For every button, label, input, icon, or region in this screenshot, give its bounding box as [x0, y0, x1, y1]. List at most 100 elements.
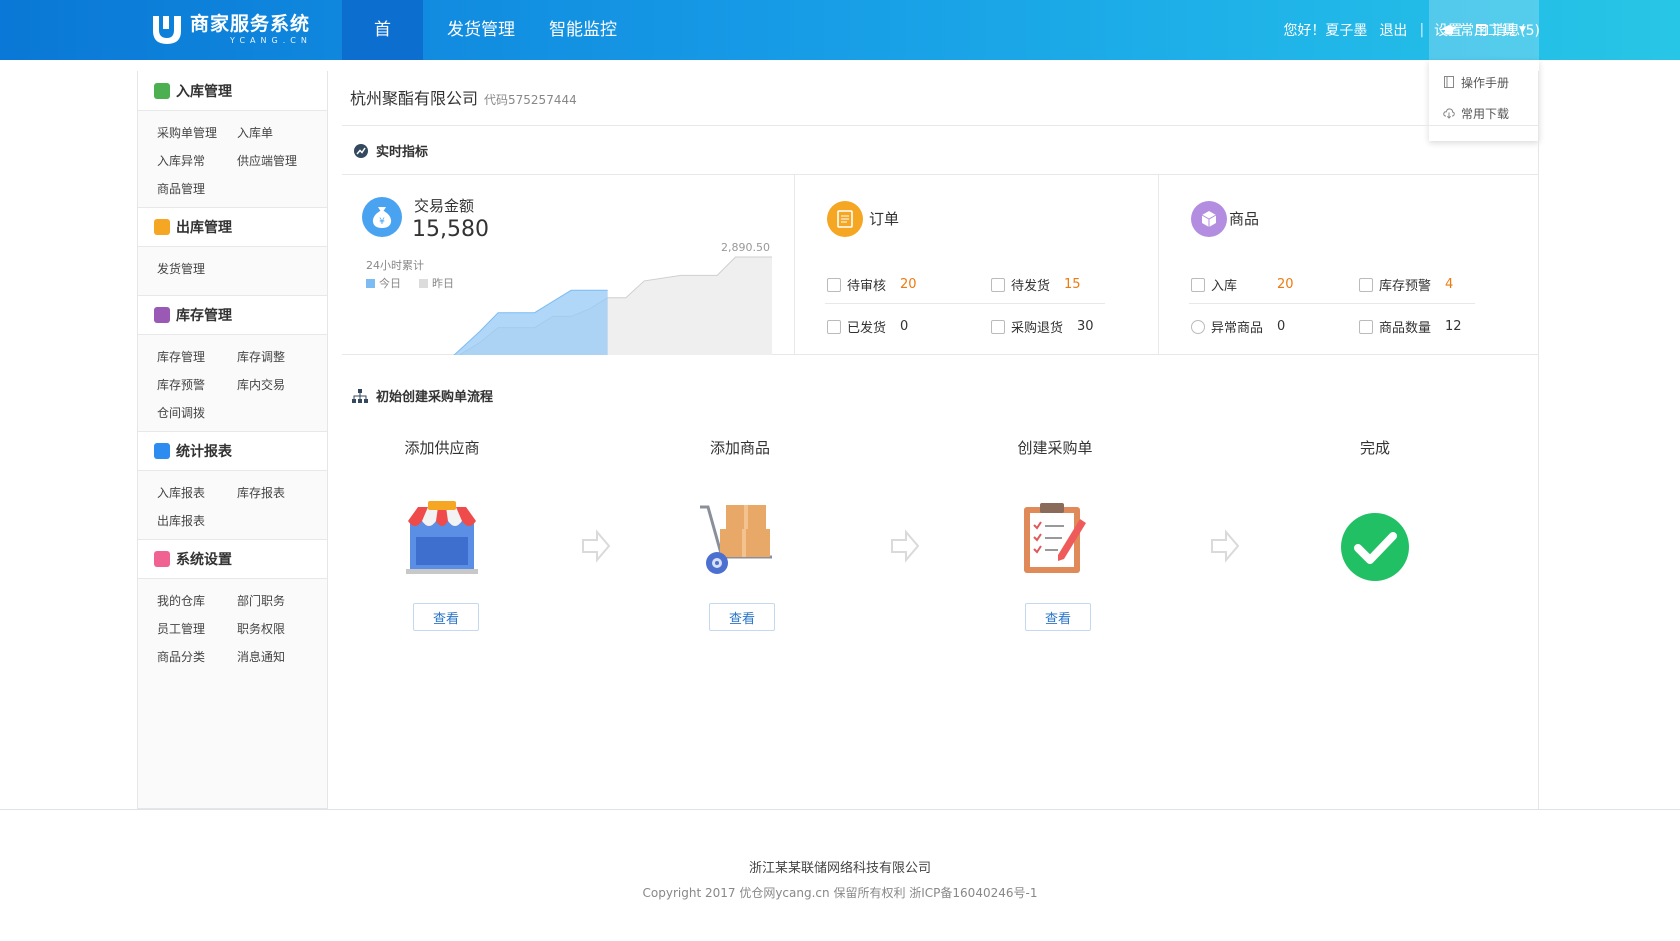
- footer-copyright: Copyright 2017 优仓网ycang.cn 保留所有权利 浙ICP备1…: [642, 886, 1038, 900]
- sidebar-item-internal-trade[interactable]: 库内交易: [237, 375, 327, 395]
- greeting-text: 您好！夏子墨: [1283, 23, 1368, 39]
- sidebar-item-my-warehouse[interactable]: 我的仓库: [157, 591, 237, 611]
- sidebar-item-inventory-report[interactable]: 库存报表: [237, 483, 327, 503]
- sidebar-item-inventory[interactable]: 库存管理: [157, 347, 237, 367]
- stat-value: 0: [900, 319, 909, 334]
- view-goods-button[interactable]: 查看: [709, 603, 775, 631]
- bar-chart-icon: [154, 443, 170, 459]
- view-supplier-button[interactable]: 查看: [413, 603, 479, 631]
- sidebar-item-notifications[interactable]: 消息通知: [237, 647, 327, 667]
- group-title-text: 系统设置: [176, 552, 232, 568]
- sidebar-group-title[interactable]: 系统设置: [138, 539, 327, 579]
- hand-truck-icon: [700, 505, 772, 574]
- logo-subtitle: YCANG.CN: [230, 36, 312, 45]
- arrow-right-icon: [1211, 529, 1240, 563]
- stat-pending-shipment[interactable]: 待发货 15: [991, 275, 1081, 294]
- tools-menu-button[interactable]: 常用工具 ▼: [1429, 0, 1539, 60]
- tools-label: 常用工具: [1460, 23, 1517, 39]
- section-title-text: 初始创建采购单流程: [376, 390, 494, 405]
- sidebar-group-title[interactable]: 库存管理: [138, 295, 327, 335]
- legend-swatch-today: [366, 278, 375, 288]
- alarm-icon: [1359, 277, 1373, 292]
- trade-label: 交易金额: [414, 197, 475, 215]
- sidebar-item-staff[interactable]: 员工管理: [157, 619, 237, 639]
- svg-text:¥: ¥: [379, 217, 385, 227]
- sidebar-item-permissions[interactable]: 职务权限: [237, 619, 327, 639]
- main-content: 杭州聚酯有限公司 代码575257444 实时指标 ¥ 交易金额 15,580 2…: [328, 71, 1539, 809]
- stat-pending-review[interactable]: 待审核 20: [827, 275, 917, 294]
- sidebar-group-title[interactable]: 统计报表: [138, 431, 327, 471]
- sidebar-item-purchase-orders[interactable]: 采购单管理: [157, 123, 237, 143]
- stat-label: 异常商品: [1211, 321, 1264, 336]
- step-title: 创建采购单: [1017, 439, 1093, 457]
- stat-purchase-returns[interactable]: 采购退货 30: [991, 317, 1094, 336]
- sidebar-item-inbound-exceptions[interactable]: 入库异常: [157, 151, 237, 171]
- step-title: 添加商品: [709, 439, 770, 457]
- sidebar-group-inbound: 入库管理 采购单管理 入库单 入库异常 供应端管理 商品管理: [138, 71, 327, 207]
- stat-shipped[interactable]: 已发货 0: [827, 317, 908, 336]
- company-heading: 杭州聚酯有限公司 代码575257444: [350, 85, 577, 109]
- stat-label: 已发货: [847, 321, 887, 336]
- trend-icon: [354, 143, 368, 158]
- stat-stock-alert[interactable]: 库存预警 4: [1359, 275, 1453, 294]
- nav-shipping[interactable]: 发货管理: [423, 0, 539, 60]
- basket-icon: [991, 319, 1005, 334]
- sidebar-item-transfer[interactable]: 仓间调拨: [157, 403, 237, 423]
- trade-amount-card: ¥ 交易金额 15,580 24小时累计 今日 昨日 061218232,890…: [342, 175, 795, 355]
- stat-value: 15: [1064, 277, 1081, 292]
- sidebar-item-goods[interactable]: 商品管理: [157, 179, 237, 199]
- sidebar-group-title[interactable]: 出库管理: [138, 207, 327, 247]
- flow-step-supplier: 添加供应商: [362, 437, 522, 458]
- sidebar-group-reports: 统计报表 入库报表 库存报表 出库报表: [138, 431, 327, 539]
- step-title: 完成: [1359, 439, 1390, 457]
- logo-icon: [153, 16, 181, 44]
- sidebar-item-shipping[interactable]: 发货管理: [157, 259, 237, 279]
- trade-period: 24小时累计: [366, 259, 424, 272]
- sidebar-item-inventory-alert[interactable]: 库存预警: [157, 375, 237, 395]
- inbox-icon: [1191, 277, 1205, 292]
- divider: [825, 303, 1105, 304]
- stat-label: 商品数量: [1379, 321, 1432, 336]
- stat-inbound[interactable]: 入库 20: [1191, 275, 1294, 294]
- package-icon: [991, 277, 1005, 292]
- step-title: 添加供应商: [404, 439, 480, 457]
- nav-home[interactable]: 首页: [342, 0, 423, 100]
- today-series-area: [454, 290, 608, 355]
- sidebar-item-outbound-report[interactable]: 出库报表: [157, 511, 237, 531]
- sidebar-group-outbound: 出库管理 发货管理: [138, 207, 327, 295]
- group-title-text: 库存管理: [176, 308, 232, 324]
- orders-label: 订单: [869, 210, 900, 228]
- info-icon: [1191, 319, 1205, 334]
- flow-step-done: 完成: [1295, 437, 1455, 458]
- sidebar-item-categories[interactable]: 商品分类: [157, 647, 237, 667]
- sidebar-group-inventory: 库存管理 库存管理 库存调整 库存预警 库内交易 仓间调拨: [138, 295, 327, 431]
- view-purchase-order-button[interactable]: 查看: [1025, 603, 1091, 631]
- order-icon: [827, 201, 863, 237]
- nav-monitoring[interactable]: 智能监控: [539, 0, 641, 60]
- chart-legend: 今日 昨日: [366, 275, 454, 291]
- money-bag-icon: ¥: [362, 197, 402, 237]
- sidebar-item-departments[interactable]: 部门职务: [237, 591, 327, 611]
- stat-value: 20: [900, 277, 917, 292]
- logout-link[interactable]: 退出: [1379, 20, 1407, 40]
- arrow-right-icon: [891, 529, 920, 563]
- logo[interactable]: 商家服务系统 YCANG.CN: [150, 12, 312, 48]
- sidebar-item-inbound-report[interactable]: 入库报表: [157, 483, 237, 503]
- sidebar-item-suppliers[interactable]: 供应端管理: [237, 151, 327, 171]
- stat-value: 30: [1077, 319, 1094, 334]
- group-title-text: 统计报表: [176, 444, 232, 460]
- sidebar-item-inbound-orders[interactable]: 入库单: [237, 123, 327, 143]
- flow-step-goods: 添加商品: [660, 437, 820, 458]
- stat-value: 4: [1445, 277, 1454, 292]
- sidebar-item-inventory-adjust[interactable]: 库存调整: [237, 347, 327, 367]
- stat-abnormal-goods[interactable]: 异常商品 0: [1191, 317, 1285, 336]
- stat-goods-count[interactable]: 商品数量 12: [1359, 317, 1462, 336]
- settings-icon: [154, 551, 170, 567]
- truck-icon: [827, 319, 841, 334]
- store-icon: [406, 501, 478, 574]
- sidebar-group-title[interactable]: 入库管理: [138, 71, 327, 111]
- bar-chart-icon: [1359, 319, 1373, 334]
- stat-label: 待审核: [847, 279, 887, 294]
- stat-label: 入库: [1211, 279, 1238, 294]
- check-circle-icon: [1341, 513, 1409, 581]
